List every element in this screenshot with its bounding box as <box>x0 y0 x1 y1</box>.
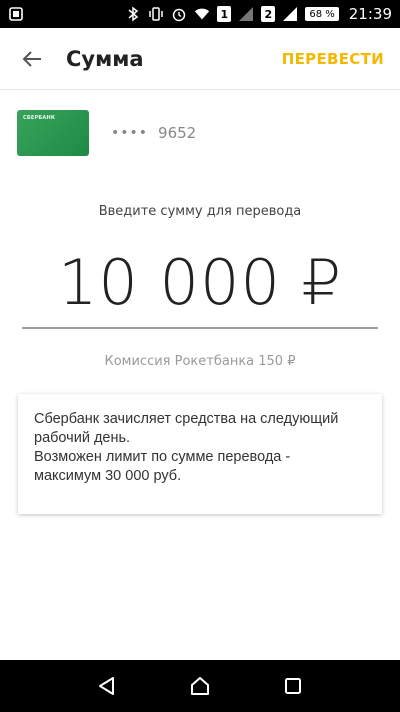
amount-underline <box>22 327 378 329</box>
notification-icon <box>8 6 24 22</box>
info-line-3: Возможен лимит по сумме перевода - <box>34 449 291 465</box>
amount-input[interactable]: 10 000 ₽ <box>0 246 400 319</box>
info-box: Сбербанк зачисляет средства на следующий… <box>18 394 382 514</box>
triangle-back-icon <box>98 677 114 695</box>
status-bar: 1 2 68 % 21:39 <box>0 0 400 28</box>
bluetooth-icon <box>125 6 141 22</box>
circle-home-icon <box>190 677 209 695</box>
square-recents-icon <box>285 678 302 694</box>
card-thumbnail: СБЕРБАНК <box>17 110 89 156</box>
commission-text: Комиссия Рокетбанка 150 ₽ <box>104 354 296 369</box>
page-title: Сумма <box>66 46 144 71</box>
card-number-mask: •••• <box>111 125 149 141</box>
battery-indicator: 68 % <box>305 7 339 21</box>
arrow-left-icon <box>22 50 41 67</box>
info-line-4: максимум 30 000 руб. <box>34 468 182 484</box>
status-right: 1 2 68 % 21:39 <box>125 5 392 23</box>
card-last-digits: 9652 <box>158 124 197 142</box>
clock: 21:39 <box>348 5 392 23</box>
card-brand: СБЕРБАНК <box>23 115 56 121</box>
sim2-icon: 2 <box>261 6 276 22</box>
info-line-1: Сбербанк зачисляет средства на следующий <box>34 411 339 427</box>
signal1-icon <box>238 6 254 22</box>
transfer-button[interactable]: ПЕРЕВЕСТИ <box>282 50 384 68</box>
signal2-icon <box>282 6 298 22</box>
nav-back-button[interactable] <box>93 672 121 700</box>
navigation-bar <box>0 660 400 712</box>
wifi-icon <box>194 6 210 22</box>
back-button[interactable] <box>14 41 50 77</box>
selected-card[interactable]: СБЕРБАНК •••• 9652 <box>17 110 196 156</box>
amount-prompt: Введите сумму для перевода <box>98 204 302 219</box>
nav-home-button[interactable] <box>186 672 214 700</box>
sim1-icon: 1 <box>217 6 232 22</box>
nav-recents-button[interactable] <box>279 672 307 700</box>
alarm-icon <box>171 6 187 22</box>
vibrate-icon <box>148 6 164 22</box>
app-bar: Сумма ПЕРЕВЕСТИ <box>0 28 400 90</box>
info-line-2: рабочий день. <box>34 430 131 446</box>
status-left <box>8 6 24 22</box>
